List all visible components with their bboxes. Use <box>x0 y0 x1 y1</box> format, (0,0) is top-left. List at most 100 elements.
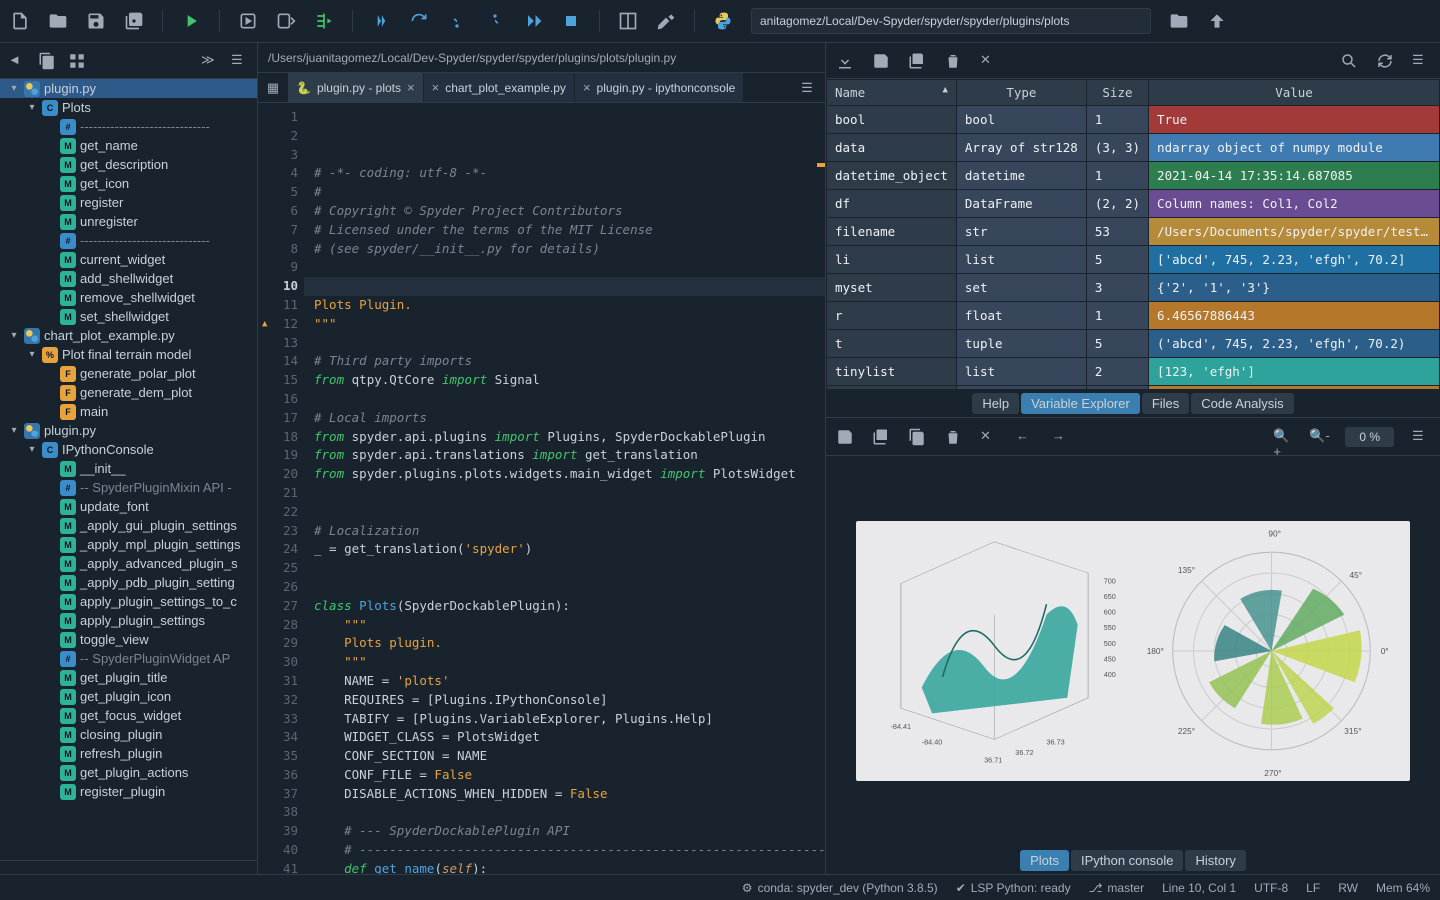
var-row[interactable]: tinylistlist2[123, 'efgh'] <box>827 358 1440 386</box>
zoom-out-icon[interactable]: 🔍- <box>1309 428 1327 446</box>
var-row[interactable]: rfloat16.46567886443 <box>827 302 1440 330</box>
tree-row[interactable]: ▾CIPythonConsole <box>0 440 257 459</box>
save-icon[interactable] <box>86 11 106 31</box>
status-eol[interactable]: LF <box>1306 881 1320 895</box>
tree-row[interactable]: Mget_icon <box>0 174 257 193</box>
tree-row[interactable]: Mclosing_plugin <box>0 725 257 744</box>
col-type[interactable]: Type <box>956 80 1086 106</box>
run-selection-icon[interactable] <box>314 11 334 31</box>
tree-row[interactable]: M_apply_gui_plugin_settings <box>0 516 257 535</box>
tree-row[interactable]: Mcurrent_widget <box>0 250 257 269</box>
run-cell-advance-icon[interactable] <box>276 11 296 31</box>
editor-menu-icon[interactable]: ☰ <box>795 73 819 103</box>
editor-tab-2[interactable]: ×chart_plot_example.py <box>424 73 575 102</box>
tree-row[interactable]: M_apply_pdb_plugin_setting <box>0 573 257 592</box>
pane-tab[interactable]: IPython console <box>1071 850 1184 871</box>
copy-plot-icon[interactable] <box>908 428 926 446</box>
var-row[interactable]: dfDataFrame(2, 2)Column names: Col1, Col… <box>827 190 1440 218</box>
status-git[interactable]: ⎇ master <box>1089 881 1145 895</box>
tree-row[interactable]: M_apply_mpl_plugin_settings <box>0 535 257 554</box>
var-row[interactable]: dataArray of str128(3, 3)ndarray object … <box>827 134 1440 162</box>
save-plot-icon[interactable] <box>836 428 854 446</box>
tree-row[interactable]: Mget_plugin_title <box>0 668 257 687</box>
pane-tab[interactable]: Code Analysis <box>1191 393 1293 414</box>
plots-menu-icon[interactable]: ☰ <box>1412 428 1430 446</box>
code-area[interactable]: 1234567891011121314151617181920212223242… <box>258 103 825 874</box>
outline-hscroll[interactable] <box>0 860 257 874</box>
delete-all-icon[interactable]: ✕ <box>980 52 998 70</box>
editor-tab-3[interactable]: ×plugin.py - ipythonconsole <box>575 73 744 102</box>
outline-tree[interactable]: ▾plugin.py▾CPlots#----------------------… <box>0 79 257 860</box>
tree-row[interactable]: Mapply_plugin_settings_to_c <box>0 592 257 611</box>
tree-row[interactable]: Mapply_plugin_settings <box>0 611 257 630</box>
prev-plot-icon[interactable]: ← <box>1016 428 1034 446</box>
col-size[interactable]: Size <box>1086 80 1148 106</box>
open-file-icon[interactable] <box>48 11 68 31</box>
delete-plot-icon[interactable] <box>944 428 962 446</box>
tab-browse-icon[interactable]: ▦ <box>258 73 288 102</box>
var-row[interactable]: mysetset3{'2', '1', '3'} <box>827 274 1440 302</box>
var-row[interactable]: filenamestr53/Users/Documents/spyder/spy… <box>827 218 1440 246</box>
tree-row[interactable]: Mset_shellwidget <box>0 307 257 326</box>
tree-row[interactable]: M_apply_advanced_plugin_s <box>0 554 257 573</box>
status-encoding[interactable]: UTF-8 <box>1254 881 1288 895</box>
close-tab-icon[interactable]: × <box>583 80 591 95</box>
refresh-var-icon[interactable] <box>1376 52 1394 70</box>
browse-dir-icon[interactable] <box>1169 11 1189 31</box>
import-data-icon[interactable] <box>836 52 854 70</box>
outline-menu-icon[interactable]: ☰ <box>231 52 249 70</box>
tree-row[interactable]: ▾plugin.py <box>0 421 257 440</box>
python-path-icon[interactable] <box>713 11 733 31</box>
step-into-icon[interactable] <box>447 11 467 31</box>
tree-row[interactable]: Mget_plugin_actions <box>0 763 257 782</box>
maximize-pane-icon[interactable] <box>618 11 638 31</box>
col-name[interactable]: Name▲ <box>827 80 957 106</box>
editor-tab-1[interactable]: 🐍plugin.py - plots× <box>288 73 424 102</box>
zoom-in-icon[interactable]: 🔍+ <box>1273 428 1291 446</box>
tree-row[interactable]: M__init__ <box>0 459 257 478</box>
tree-row[interactable]: Fgenerate_polar_plot <box>0 364 257 383</box>
run-icon[interactable] <box>181 11 201 31</box>
tree-row[interactable]: Mget_description <box>0 155 257 174</box>
close-tab-icon[interactable]: × <box>432 80 440 95</box>
preferences-icon[interactable] <box>656 11 676 31</box>
delete-var-icon[interactable] <box>944 52 962 70</box>
tree-row[interactable]: #------------------------------ <box>0 117 257 136</box>
var-row[interactable]: lilist5['abcd', 745, 2.23, 'efgh', 70.2] <box>827 246 1440 274</box>
plot-image[interactable]: 700 650 600 550 500 450 400 36.72 36.73 … <box>856 521 1410 781</box>
var-row[interactable]: datetime_objectdatetime12021-04-14 17:35… <box>827 162 1440 190</box>
tree-row[interactable]: Mget_name <box>0 136 257 155</box>
varexp-menu-icon[interactable]: ☰ <box>1412 52 1430 70</box>
back-icon[interactable]: ◄ <box>8 52 26 70</box>
tree-row[interactable]: Mget_plugin_icon <box>0 687 257 706</box>
tree-row[interactable]: Mget_focus_widget <box>0 706 257 725</box>
step-over-icon[interactable] <box>409 11 429 31</box>
stop-debug-icon[interactable] <box>561 11 581 31</box>
tree-row[interactable]: Mremove_shellwidget <box>0 288 257 307</box>
tree-row[interactable]: ▾CPlots <box>0 98 257 117</box>
tree-row[interactable]: Mrefresh_plugin <box>0 744 257 763</box>
run-cell-icon[interactable] <box>238 11 258 31</box>
save-data-icon[interactable] <box>872 52 890 70</box>
var-table[interactable]: Name▲ Type Size Value boolbool1TruedataA… <box>826 79 1440 389</box>
tree-row[interactable]: ▾plugin.py <box>0 79 257 98</box>
tree-row[interactable]: Fgenerate_dem_plot <box>0 383 257 402</box>
tree-row[interactable]: #------------------------------ <box>0 231 257 250</box>
copy-icon[interactable] <box>38 52 56 70</box>
status-conda[interactable]: ⚙ conda: spyder_dev (Python 3.8.5) <box>742 881 938 895</box>
next-plot-icon[interactable]: → <box>1052 428 1070 446</box>
parent-dir-icon[interactable] <box>1207 11 1227 31</box>
working-dir-input[interactable] <box>751 8 1151 34</box>
status-lsp[interactable]: ✔ LSP Python: ready <box>956 881 1071 895</box>
close-tab-icon[interactable]: × <box>407 80 415 95</box>
duplicate-icon[interactable] <box>68 52 86 70</box>
tree-row[interactable]: Madd_shellwidget <box>0 269 257 288</box>
tree-row[interactable]: #-- SpyderPluginWidget AP <box>0 649 257 668</box>
tree-row[interactable]: Mregister_plugin <box>0 782 257 801</box>
col-value[interactable]: Value <box>1149 80 1440 106</box>
new-file-icon[interactable] <box>10 11 30 31</box>
continue-icon[interactable] <box>523 11 543 31</box>
tree-row[interactable]: Fmain <box>0 402 257 421</box>
var-row[interactable]: ttuple5('abcd', 745, 2.23, 'efgh', 70.2) <box>827 330 1440 358</box>
pane-tab[interactable]: History <box>1185 850 1245 871</box>
